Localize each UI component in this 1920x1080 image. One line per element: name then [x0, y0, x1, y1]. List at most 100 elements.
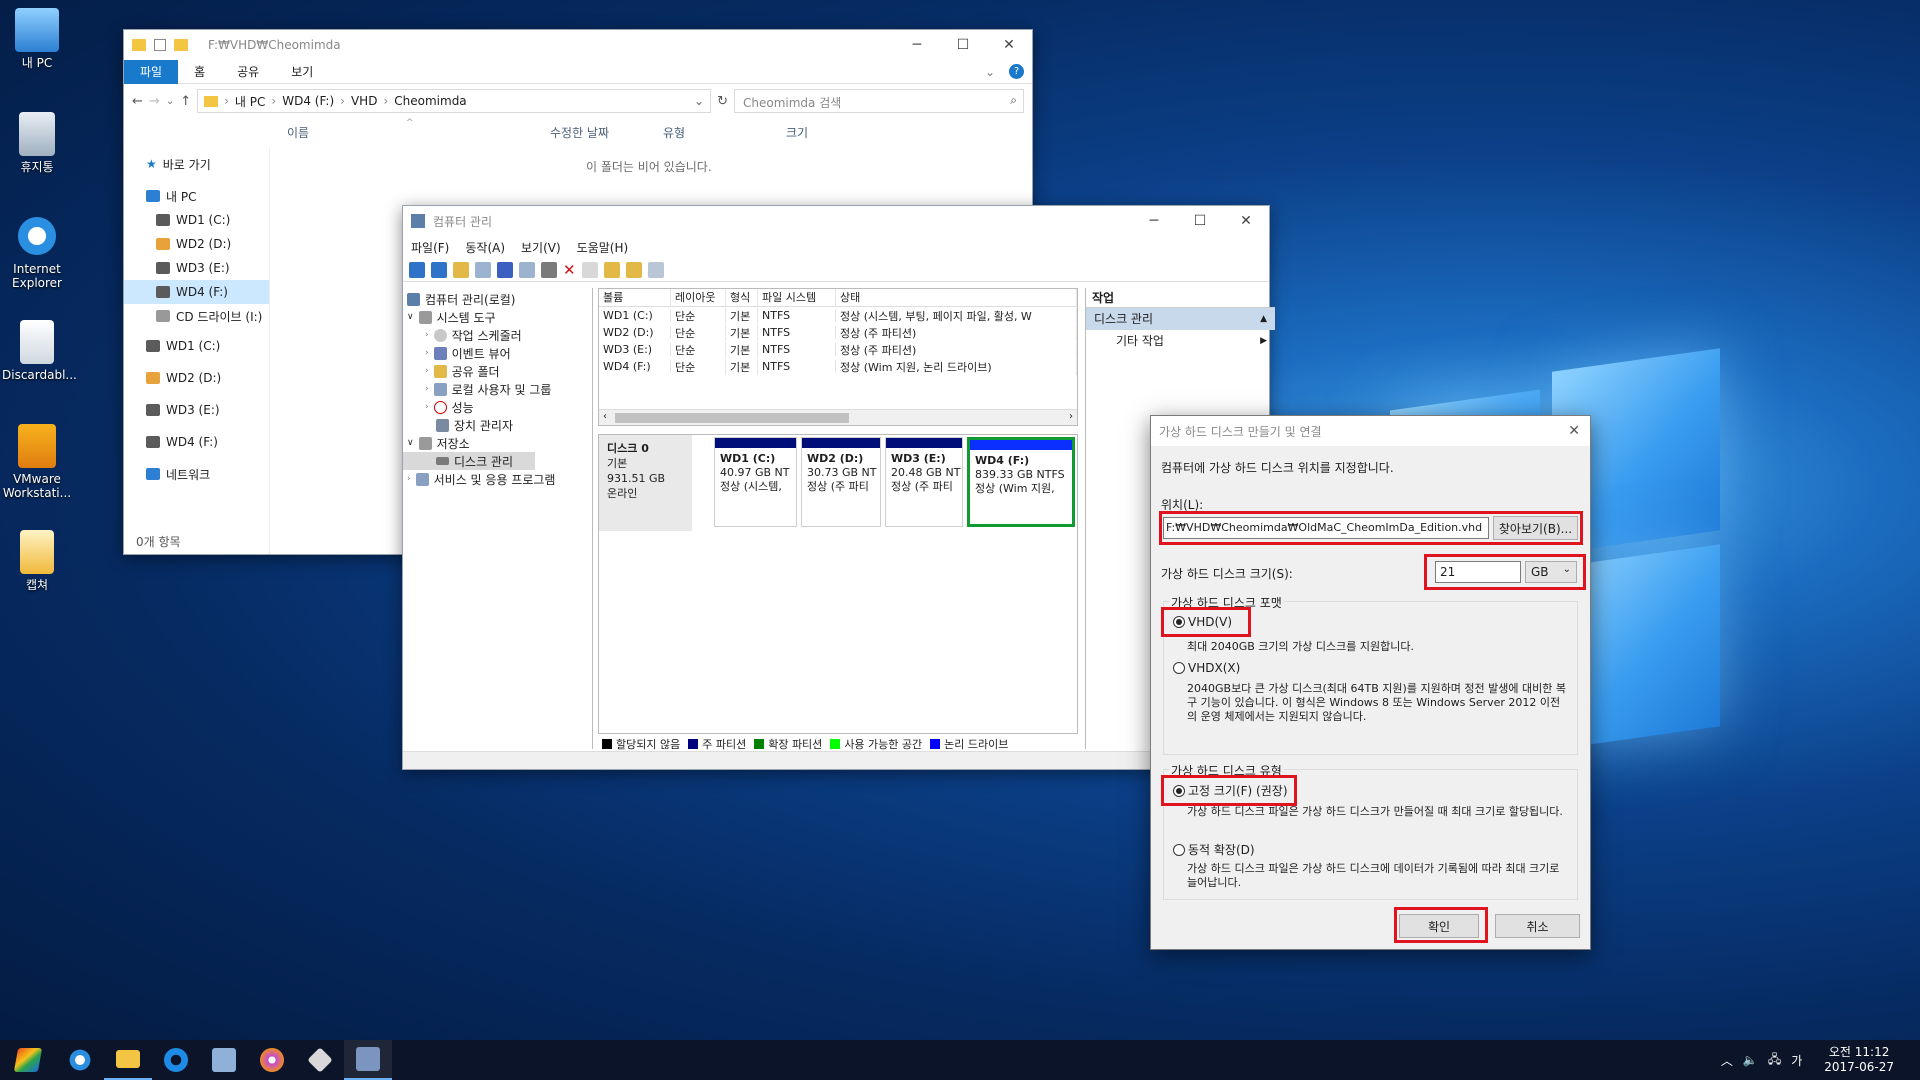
nav-drive-e-2[interactable]: WD3 (E:)	[124, 398, 269, 422]
taskbar-file-explorer[interactable]	[104, 1040, 152, 1080]
checklist-icon[interactable]	[581, 261, 598, 278]
connect-icon[interactable]	[541, 261, 557, 278]
start-button[interactable]	[0, 1040, 56, 1080]
back-icon[interactable]	[409, 261, 425, 278]
tab-home[interactable]: 홈	[178, 60, 221, 84]
column-layout[interactable]: 레이아웃	[671, 289, 726, 306]
chevron-right-icon[interactable]: ›	[425, 384, 429, 394]
clock[interactable]: 오전 11:12 2017-06-27	[1824, 1045, 1894, 1075]
taskbar-computer-management[interactable]	[344, 1040, 392, 1080]
collapse-icon[interactable]: ▲	[1260, 308, 1267, 330]
breadcrumb-item[interactable]: VHD	[351, 94, 377, 108]
desktop-icon-vmware[interactable]: VMware Workstati...	[2, 424, 72, 500]
desktop-icon-capture[interactable]: 캡쳐	[2, 530, 72, 592]
back-icon[interactable]: ←	[132, 94, 143, 109]
up-icon[interactable]: ↑	[180, 94, 191, 109]
tree-node-system-tools[interactable]: ∨ 시스템 도구	[403, 308, 592, 326]
nav-cd-drive[interactable]: CD 드라이브 (I:)	[124, 304, 269, 328]
column-file-system[interactable]: 파일 시스템	[758, 289, 836, 306]
column-size[interactable]: 크기	[786, 124, 808, 141]
tree-node-storage[interactable]: ∨ 저장소	[403, 434, 592, 452]
maximize-button[interactable]: ☐	[940, 30, 986, 60]
ribbon-expand-icon[interactable]: ⌄	[985, 65, 995, 79]
desktop-icon-internet-explorer[interactable]: Internet Explorer	[2, 214, 72, 290]
column-status[interactable]: 상태	[836, 289, 1077, 306]
taskbar-edge[interactable]	[152, 1040, 200, 1080]
search-input[interactable]: Cheomimda 검색 ⌕	[734, 89, 1024, 113]
breadcrumb-item[interactable]: 내 PC	[235, 93, 265, 110]
menu-view[interactable]: 보기(V)	[521, 239, 561, 256]
nav-drive-c[interactable]: WD1 (C:)	[124, 208, 269, 232]
tree-node-device-manager[interactable]: 장치 관리자	[403, 416, 592, 434]
menu-action[interactable]: 동작(A)	[465, 239, 505, 256]
column-date-modified[interactable]: 수정한 날짜	[550, 124, 609, 141]
partition-c[interactable]: WD1 (C:) 40.97 GB NT 정상 (시스템,	[714, 437, 797, 527]
cancel-button[interactable]: 취소	[1495, 914, 1580, 938]
tree-node-services-applications[interactable]: › 서비스 및 응용 프로그램	[403, 470, 592, 488]
tree-node-event-viewer[interactable]: › 이벤트 뷰어	[403, 344, 592, 362]
chevron-right-icon[interactable]: ›	[425, 348, 429, 358]
chevron-up-icon[interactable]: ︿	[1721, 1052, 1733, 1069]
horizontal-scrollbar[interactable]: ‹ ›	[599, 409, 1077, 425]
network-icon[interactable]: 🖧	[1768, 1050, 1781, 1071]
radio-dynamic[interactable]: 동적 확장(D)	[1173, 841, 1255, 858]
nav-drive-f-2[interactable]: WD4 (F:)	[124, 430, 269, 454]
nav-drive-c-2[interactable]: WD1 (C:)	[124, 334, 269, 358]
nav-drive-f[interactable]: WD4 (F:)	[124, 280, 269, 304]
tree-node-local-users[interactable]: › 로컬 사용자 및 그룹	[403, 380, 592, 398]
volume-icon[interactable]: 🔈	[1743, 1053, 1758, 1067]
recent-dropdown-icon[interactable]: ⌄	[166, 96, 174, 107]
column-volume[interactable]: 볼륨	[599, 289, 671, 306]
column-type[interactable]: 유형	[663, 124, 685, 141]
nav-drive-d[interactable]: WD2 (D:)	[124, 232, 269, 256]
show-hide-tree-icon[interactable]	[475, 261, 491, 278]
tree-node-disk-management[interactable]: 디스크 관리	[403, 452, 535, 470]
nav-drive-d-2[interactable]: WD2 (D:)	[124, 366, 269, 390]
up-folder-icon[interactable]	[453, 261, 469, 278]
properties-icon[interactable]	[519, 261, 535, 278]
volume-row[interactable]: WD1 (C:) 단순 기본 NTFS 정상 (시스템, 부팅, 페이지 파일, 활성,…	[599, 307, 1077, 324]
actions-section-disk-management[interactable]: 디스크 관리 ▲	[1086, 308, 1275, 330]
taskbar-internet-explorer[interactable]	[56, 1040, 104, 1080]
close-button[interactable]: ✕	[986, 30, 1032, 60]
disk-0-label[interactable]: 디스크 0 기본 931.51 GB 온라인	[599, 435, 692, 531]
close-button[interactable]: ✕	[1223, 206, 1269, 236]
tab-view[interactable]: 보기	[275, 60, 329, 84]
nav-this-pc[interactable]: 내 PC	[124, 184, 269, 208]
scroll-right-icon[interactable]: ›	[1069, 411, 1073, 422]
chevron-right-icon[interactable]: ›	[407, 474, 411, 484]
search-icon[interactable]: ⌕	[1010, 93, 1017, 108]
refresh-icon[interactable]: ↻	[717, 94, 728, 109]
breadcrumb-item[interactable]: WD4 (F:)	[282, 94, 334, 108]
forward-icon[interactable]: →	[149, 94, 160, 109]
delete-icon[interactable]: ✕	[563, 261, 576, 279]
partition-f-selected[interactable]: WD4 (F:) 839.33 GB NTFS 정상 (Wim 지원,	[967, 437, 1075, 527]
maximize-button[interactable]: ☐	[1177, 206, 1223, 236]
nav-network[interactable]: 네트워크	[124, 462, 269, 486]
desktop-icon-recycle-bin[interactable]: 휴지통	[2, 112, 72, 174]
tree-node-computer-management[interactable]: 컴퓨터 관리(로컬)	[403, 290, 592, 308]
chevron-right-icon[interactable]: ›	[425, 330, 429, 340]
tab-file[interactable]: 파일	[124, 59, 179, 84]
menu-help[interactable]: 도움말(H)	[577, 239, 629, 256]
taskbar-tool-app[interactable]	[296, 1040, 344, 1080]
taskbar-media-app[interactable]	[248, 1040, 296, 1080]
nav-quick-access[interactable]: ★ 바로 가기	[124, 152, 269, 176]
column-name[interactable]: 이름	[287, 124, 309, 141]
chevron-down-icon[interactable]: ∨	[407, 312, 414, 322]
tree-node-shared-folders[interactable]: › 공유 폴더	[403, 362, 592, 380]
address-bar[interactable]: › 내 PC › WD4 (F:) › VHD › Cheomimda ⌄	[197, 89, 712, 113]
minimize-button[interactable]: ─	[1131, 206, 1177, 236]
nav-drive-e[interactable]: WD3 (E:)	[124, 256, 269, 280]
partition-e[interactable]: WD3 (E:) 20.48 GB NT 정상 (주 파티	[885, 437, 963, 527]
volume-row[interactable]: WD3 (E:) 단순 기본 NTFS 정상 (주 파티션)	[599, 341, 1077, 358]
volume-row[interactable]: WD2 (D:) 단순 기본 NTFS 정상 (주 파티션)	[599, 324, 1077, 341]
ime-indicator[interactable]: 가	[1791, 1052, 1802, 1069]
tree-node-task-scheduler[interactable]: › 작업 스케줄러	[403, 326, 592, 344]
desktop-icon-this-pc[interactable]: 내 PC	[2, 8, 72, 70]
breadcrumb-item[interactable]: Cheomimda	[394, 94, 466, 108]
address-dropdown-icon[interactable]: ⌄	[694, 94, 704, 108]
minimize-button[interactable]: ─	[894, 30, 940, 60]
volume-row[interactable]: WD4 (F:) 단순 기본 NTFS 정상 (Wim 지원, 논리 드라이브)	[599, 358, 1077, 375]
scrollbar-thumb[interactable]	[615, 413, 849, 423]
